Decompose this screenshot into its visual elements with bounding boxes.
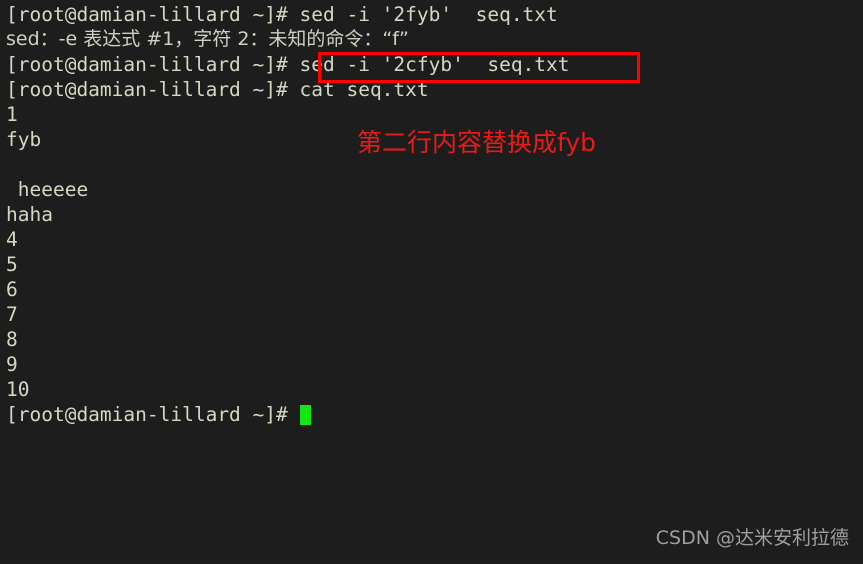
terminal-line-output: 5 xyxy=(6,253,18,276)
terminal-line-command: [root@damian-lillard ~]# cat seq.txt xyxy=(6,78,429,101)
cursor-block-icon xyxy=(299,405,311,425)
terminal-line-output: 4 xyxy=(6,228,18,251)
terminal-line-output: heeeee xyxy=(6,178,89,201)
terminal-line-error: sed：-e 表达式 #1，字符 2：未知的命令：“f” xyxy=(6,28,409,50)
shell-prompt: [root@damian-lillard ~]# xyxy=(6,403,300,426)
terminal-line-command: [root@damian-lillard ~]# sed -i '2fyb' s… xyxy=(6,3,558,26)
terminal-output-area: [root@damian-lillard ~]# sed -i '2fyb' s… xyxy=(6,2,856,427)
terminal-window[interactable]: [root@damian-lillard ~]# sed -i '2fyb' s… xyxy=(0,0,863,564)
terminal-line-output: 1 xyxy=(6,103,18,126)
terminal-line-output: 9 xyxy=(6,353,18,376)
terminal-line-output: 10 xyxy=(6,378,30,401)
terminal-line-output: haha xyxy=(6,203,53,226)
terminal-line-output: 8 xyxy=(6,328,18,351)
terminal-prompt-line[interactable]: [root@damian-lillard ~]# xyxy=(6,402,856,427)
annotation-note-text: 第二行内容替换成fyb xyxy=(357,128,597,157)
terminal-line-command-highlighted: [root@damian-lillard ~]# sed -i '2cfyb' … xyxy=(6,53,570,76)
terminal-line-output: 7 xyxy=(6,303,18,326)
csdn-watermark: CSDN @达米安利拉德 xyxy=(655,527,849,549)
terminal-line-output: 6 xyxy=(6,278,18,301)
